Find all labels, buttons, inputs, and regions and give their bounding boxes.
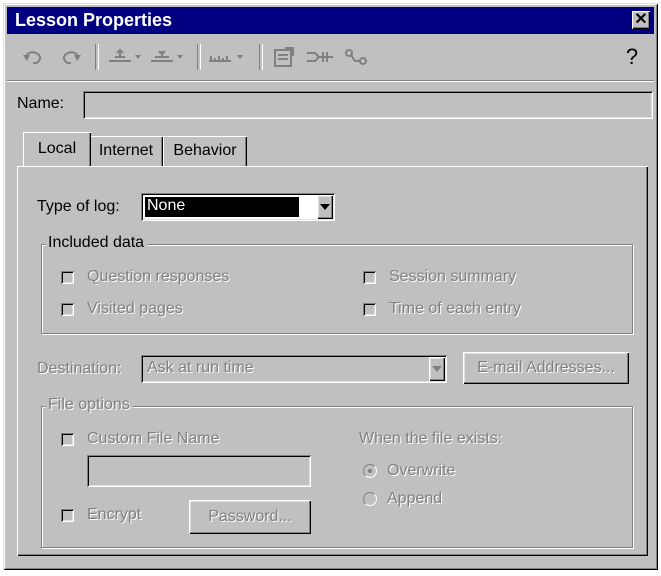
close-button[interactable]: ✕ (632, 11, 650, 29)
append-label: Append (387, 490, 443, 507)
email-addresses-button[interactable]: E-mail Addresses... (463, 352, 629, 384)
custom-file-name-input[interactable] (87, 455, 311, 487)
log-type-select[interactable]: None (141, 193, 335, 221)
tab-behavior-label: Behavior (173, 142, 237, 159)
visited-pages-checkbox[interactable] (61, 303, 74, 316)
tab-behavior[interactable]: Behavior (163, 136, 247, 166)
indent-icon[interactable] (105, 43, 145, 71)
file-options-legend: File options (45, 396, 133, 414)
question-responses-checkbox[interactable] (61, 271, 74, 284)
tab-panel-local: Type of log: None Included data Question… (17, 166, 648, 556)
visited-pages-label: Visited pages (87, 300, 183, 317)
destination-select[interactable]: Ask at run time (141, 355, 447, 383)
encrypt-label: Encrypt (87, 506, 142, 523)
encrypt-checkbox[interactable] (61, 509, 74, 522)
file-exists-label: When the file exists: (359, 430, 503, 447)
email-addresses-label: E-mail Addresses... (477, 359, 615, 376)
overwrite-label: Overwrite (387, 462, 456, 479)
time-of-each-entry-checkbox[interactable] (363, 303, 376, 316)
window-title: Lesson Properties (15, 10, 173, 30)
password-label: Password... (208, 508, 292, 525)
chevron-down-icon (320, 204, 330, 210)
tab-internet-label: Internet (98, 142, 154, 159)
append-radio[interactable] (363, 492, 377, 506)
tab-internet[interactable]: Internet (89, 136, 163, 166)
help-button[interactable]: ? (619, 43, 645, 71)
redo-icon[interactable] (55, 43, 85, 71)
dialog-window: Lesson Properties ✕ ? Name: Local Intern… (3, 3, 658, 570)
toolbar: ? (7, 36, 654, 81)
tab-local[interactable]: Local (23, 132, 91, 166)
close-icon: ✕ (634, 11, 648, 28)
time-of-each-entry-label: Time of each entry (389, 300, 521, 317)
chevron-down-icon (432, 366, 442, 372)
properties-icon[interactable] (269, 43, 299, 71)
destination-dropdown-button[interactable] (429, 357, 445, 381)
name-input[interactable] (83, 91, 653, 119)
destination-label: Destination: (37, 360, 122, 377)
included-data-group (41, 244, 633, 334)
flow-icon[interactable] (303, 43, 337, 71)
undo-icon[interactable] (19, 43, 49, 71)
outdent-icon[interactable] (147, 43, 187, 71)
log-type-dropdown-button[interactable] (317, 195, 333, 219)
tab-local-label: Local (37, 140, 77, 157)
link-icon[interactable] (339, 43, 373, 71)
session-summary-checkbox[interactable] (363, 271, 376, 284)
log-type-value: None (145, 197, 299, 217)
help-icon: ? (625, 44, 639, 69)
name-label: Name: (17, 95, 65, 112)
overwrite-radio[interactable] (363, 464, 377, 478)
included-data-legend: Included data (45, 234, 148, 252)
measure-icon[interactable] (205, 43, 249, 71)
question-responses-label: Question responses (87, 268, 230, 285)
custom-file-name-checkbox[interactable] (61, 433, 74, 446)
destination-value: Ask at run time (147, 359, 254, 376)
custom-file-name-label: Custom File Name (87, 430, 220, 447)
session-summary-label: Session summary (389, 268, 517, 285)
log-type-label: Type of log: (37, 198, 120, 215)
password-button[interactable]: Password... (189, 500, 311, 534)
title-bar: Lesson Properties ✕ (7, 7, 654, 34)
